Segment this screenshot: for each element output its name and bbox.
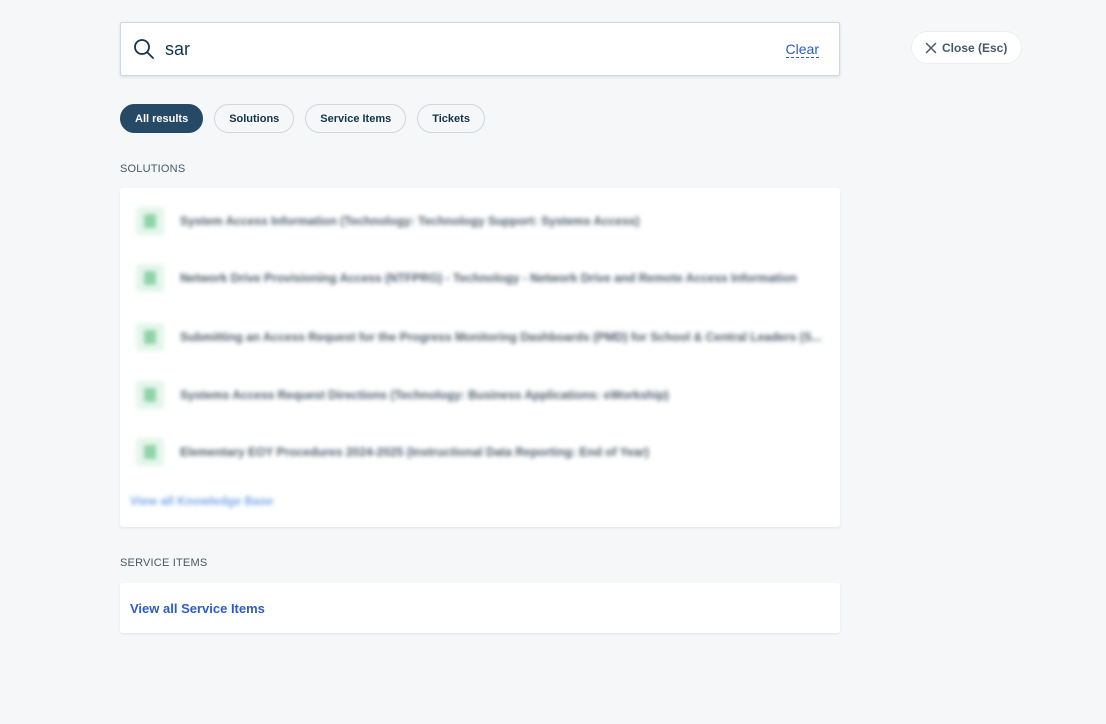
document-icon bbox=[136, 264, 164, 292]
tab-solutions[interactable]: Solutions bbox=[214, 104, 295, 133]
service-items-card: View all Service Items bbox=[120, 583, 840, 633]
solution-result-item[interactable]: Submitting an Access Request for the Pro… bbox=[136, 322, 824, 352]
view-all-knowledge-base-link[interactable]: View all Knowledge Base bbox=[130, 494, 273, 508]
solution-result-item[interactable]: Systems Access Request Directions (Techn… bbox=[136, 380, 824, 410]
solutions-results-card: System Access Information (Technology: T… bbox=[120, 188, 840, 527]
solution-result-title: System Access Information (Technology: T… bbox=[180, 214, 640, 228]
view-all-service-items-link[interactable]: View all Service Items bbox=[130, 601, 265, 616]
solution-result-title: Submitting an Access Request for the Pro… bbox=[180, 330, 822, 344]
close-button-label: Close (Esc) bbox=[942, 40, 1008, 55]
tab-all-results[interactable]: All results bbox=[120, 104, 204, 133]
tab-service-items[interactable]: Service Items bbox=[305, 104, 407, 133]
solution-result-item[interactable]: Elementary EOY Procedures 2024-2025 (Ins… bbox=[136, 437, 824, 467]
service-items-heading: SERVICE ITEMS bbox=[120, 557, 208, 569]
document-icon bbox=[136, 323, 164, 351]
clear-search-link[interactable]: Clear bbox=[785, 41, 819, 58]
document-icon bbox=[136, 438, 164, 466]
close-icon bbox=[925, 42, 937, 53]
search-input[interactable] bbox=[165, 38, 786, 60]
close-button[interactable]: Close (Esc) bbox=[911, 31, 1023, 64]
solutions-heading: SOLUTIONS bbox=[120, 163, 186, 175]
search-box: Clear bbox=[120, 22, 840, 76]
solution-result-title: Systems Access Request Directions (Techn… bbox=[180, 388, 669, 402]
filter-tabs: All results Solutions Service Items Tick… bbox=[120, 104, 485, 133]
document-icon bbox=[136, 381, 164, 409]
global-search-overlay: Clear Close (Esc) All results Solutions … bbox=[0, 0, 1106, 724]
solution-result-title: Elementary EOY Procedures 2024-2025 (Ins… bbox=[180, 445, 650, 459]
solution-result-item[interactable]: System Access Information (Technology: T… bbox=[136, 206, 824, 236]
search-icon bbox=[134, 39, 154, 59]
document-icon bbox=[136, 207, 164, 235]
solution-result-title: Network Drive Provisioning Access (NTFPR… bbox=[180, 271, 798, 285]
tab-tickets[interactable]: Tickets bbox=[417, 104, 485, 133]
solution-result-item[interactable]: Network Drive Provisioning Access (NTFPR… bbox=[136, 263, 824, 293]
